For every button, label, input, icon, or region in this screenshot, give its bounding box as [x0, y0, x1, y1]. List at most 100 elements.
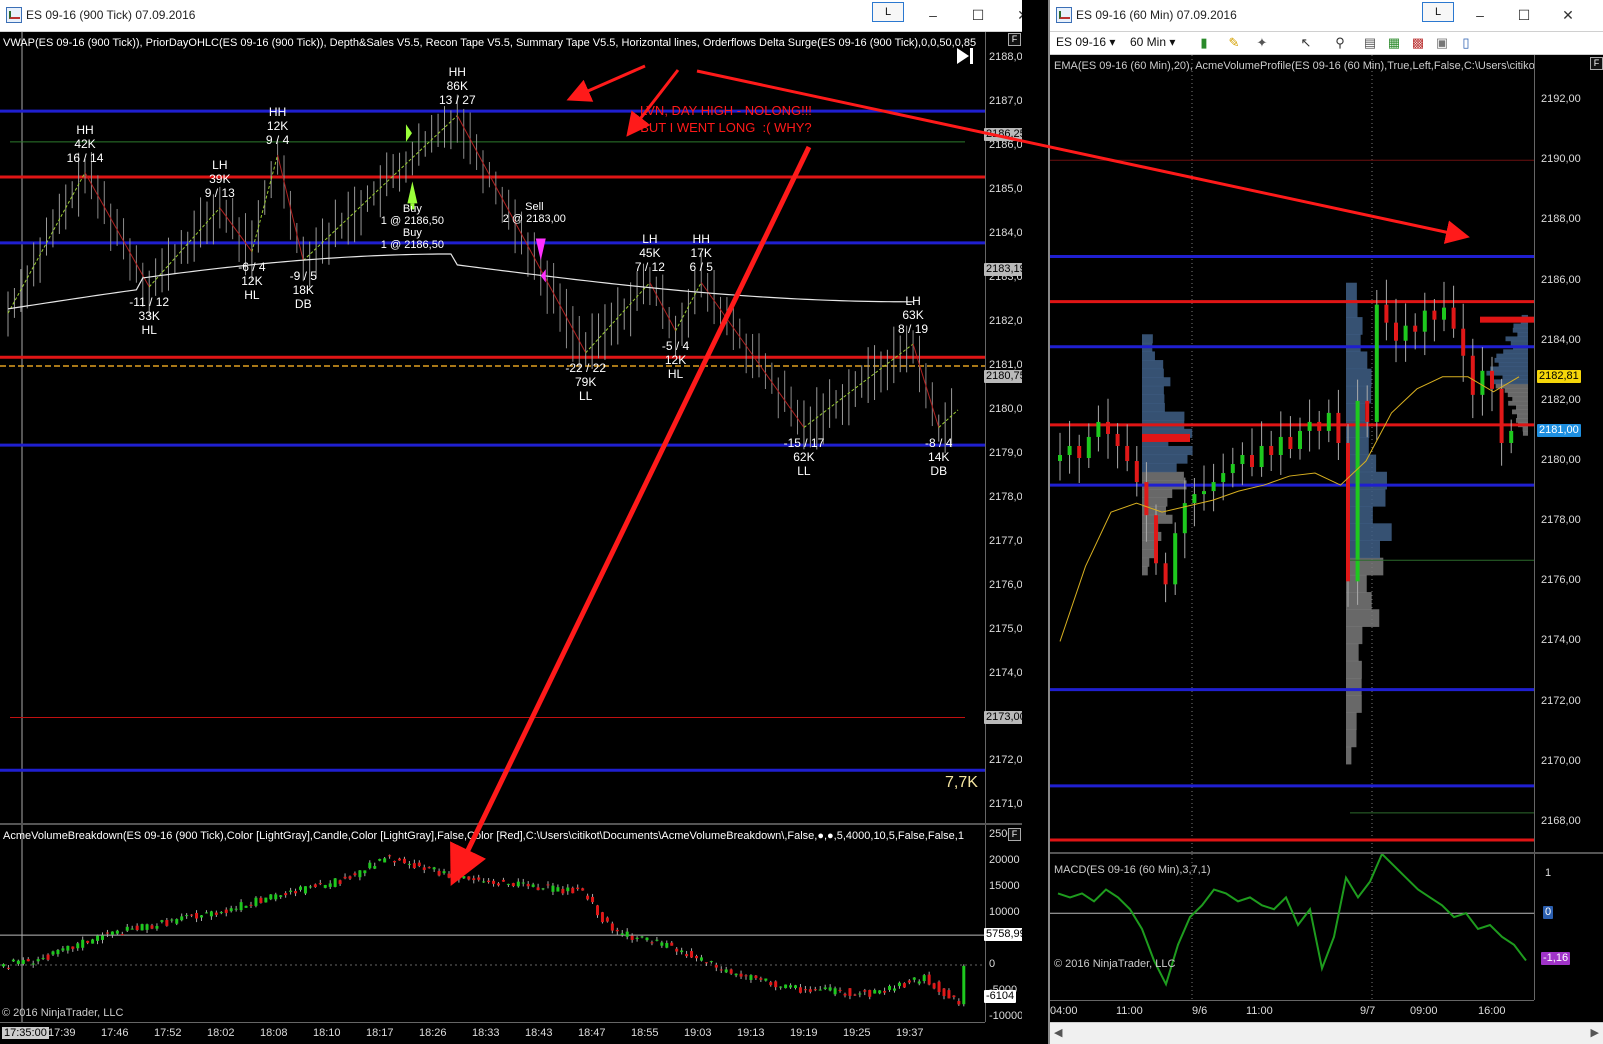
volume-candle — [200, 915, 203, 918]
volume-candle — [932, 983, 936, 989]
volume-candle — [299, 886, 302, 890]
macd-tick-label: 1 — [1545, 866, 1552, 879]
volume-candle — [71, 946, 75, 949]
volume-candle — [789, 985, 793, 988]
right-price-axis[interactable]: 2192,00 2190,00 2188,00 2186,00 2184,00 2182,… — [1534, 55, 1603, 852]
chart-trader-icon[interactable]: ▯ — [1458, 35, 1474, 51]
price-tick-label: 2186,00 — [1541, 273, 1581, 286]
hourly-candle — [1480, 370, 1485, 395]
volume-candle — [462, 876, 466, 879]
left-volume-breakdown-panel[interactable]: AcmeVolumeBreakdown(ES 09-16 (900 Tick),… — [0, 825, 985, 1022]
buy-arrow — [407, 181, 418, 204]
volume-candle — [536, 887, 540, 891]
maximize-icon[interactable]: ☐ — [970, 7, 986, 24]
indicators-icon[interactable]: ▩ — [1410, 35, 1426, 51]
volume-profile-bar — [1346, 488, 1386, 507]
time-label: 18:47 — [578, 1027, 606, 1039]
volume-readout: 7,7K — [945, 774, 978, 791]
data-box-icon[interactable]: ▣ — [1434, 35, 1450, 51]
volume-profile-bar — [1142, 566, 1148, 576]
instrument-selector[interactable]: ES 09-16 ▾ — [1056, 35, 1115, 49]
hourly-candle — [1106, 421, 1110, 434]
zoom-icon[interactable]: ⚲ — [1332, 35, 1348, 51]
left-time-axis[interactable]: 17:35:00 17:39 17:46 17:52 18:02 18:08 18:10 18… — [0, 1022, 985, 1044]
price-marker-box: 2181,00 — [1537, 423, 1581, 437]
right-price-panel[interactable]: EMA(ES 09-16 (60 Min),20), AcmeVolumePro… — [1050, 55, 1534, 852]
price-tick-label: 2182,00 — [1541, 393, 1581, 406]
right-link-button[interactable]: L — [1422, 2, 1454, 22]
volume-candle — [888, 986, 892, 990]
volume-candle — [803, 989, 807, 991]
volume-candle — [704, 962, 708, 964]
volume-candle — [883, 990, 887, 993]
volume-candle — [140, 924, 144, 931]
drawing-tools-icon[interactable]: ✦ — [1254, 35, 1270, 51]
price-tick-label: 2185,00 — [989, 183, 1022, 196]
volume-candle — [492, 880, 496, 884]
volume-candle — [219, 912, 223, 914]
volume-candle — [615, 929, 619, 932]
volume-profile-bar — [1346, 540, 1380, 559]
close-icon[interactable]: ✕ — [1560, 7, 1576, 24]
hourly-candle — [1413, 325, 1418, 332]
hourly-candle — [1058, 455, 1062, 462]
bar-type-icon[interactable]: ▮ — [1196, 35, 1212, 51]
volume-candle — [630, 935, 634, 940]
volume-candle — [209, 911, 213, 917]
volume-profile-bar — [1142, 531, 1162, 542]
volume-candle — [343, 876, 347, 879]
swing-label: HH 12K 9 / 4 — [265, 105, 290, 148]
right-copyright: © 2016 NinjaTrader, LLC — [1054, 958, 1176, 970]
properties-icon[interactable]: ▤ — [1362, 35, 1378, 51]
right-horizontal-scrollbar[interactable]: ◀ ▶ — [1050, 1022, 1603, 1044]
volume-profile-bar — [1512, 409, 1528, 415]
strategies-icon[interactable]: ▦ — [1386, 35, 1402, 51]
minimize-icon[interactable]: – — [1472, 7, 1488, 23]
maximize-icon[interactable]: ☐ — [1516, 7, 1532, 24]
left-price-panel[interactable]: VWAP(ES 09-16 (900 Tick)), PriorDayOHLC(… — [0, 32, 985, 823]
volume-candle — [907, 980, 911, 983]
volume-candle — [749, 975, 753, 980]
left-price-axis[interactable]: 2188,00 2187,00 2186,00 2185,00 2184,00 2183,… — [984, 32, 1022, 823]
price-tick-label: 2188,00 — [989, 51, 1022, 64]
scroll-left-icon[interactable]: ◀ — [1054, 1026, 1062, 1039]
volume-candle — [531, 884, 535, 887]
macd-axis[interactable]: 100-1,16 — [1534, 854, 1603, 1000]
left-link-button[interactable]: L — [872, 2, 904, 22]
volume-candle — [313, 884, 317, 888]
close-icon[interactable]: ✕ — [1015, 7, 1022, 24]
volume-candle — [254, 897, 258, 906]
time-label: 18:17 — [366, 1027, 394, 1039]
hourly-candle — [1451, 307, 1456, 329]
volume-candle — [239, 902, 243, 911]
price-tick-label: 2180,00 — [989, 402, 1022, 415]
right-title-bar[interactable]: ES 09-16 (60 Min) 07.09.2016 L – ☐ ✕ — [1050, 0, 1603, 32]
volume-candle — [91, 939, 95, 944]
price-tick-label: 2171,00 — [989, 798, 1022, 811]
left-panel-format-icon[interactable]: F — [1008, 33, 1021, 46]
right-panel-format-icon[interactable]: F — [1590, 57, 1603, 70]
left-volume-axis[interactable]: 2500020000150001000050000-5000-100005758… — [984, 825, 1022, 1022]
right-time-axis[interactable]: 04:00 11:00 9/6 11:00 9/7 09:00 16:00 — [1050, 1000, 1534, 1023]
interval-selector[interactable]: 60 Min ▾ — [1130, 35, 1175, 49]
price-tick-label: 2184,00 — [989, 227, 1022, 240]
volume-candle — [16, 960, 20, 964]
hourly-candle — [1269, 445, 1274, 456]
scroll-right-icon[interactable]: ▶ — [1591, 1026, 1599, 1039]
volume-profile-bar — [1142, 385, 1164, 395]
swing-label: -5 / 4 12K HL — [661, 338, 690, 381]
volume-candle — [51, 951, 55, 955]
volume-candle — [521, 882, 525, 884]
skip-to-end-icon[interactable] — [955, 46, 975, 66]
volume-candle — [833, 988, 837, 995]
drawing-pencil-icon[interactable]: ✎ — [1226, 35, 1242, 51]
price-marker-box: 2183,19 — [984, 262, 1022, 276]
minimize-icon[interactable]: – — [925, 7, 941, 23]
macd-panel[interactable]: MACD(ES 09-16 (60 Min),3,7,1) © 2016 Nin… — [1050, 854, 1534, 1000]
left-sub-format-icon[interactable]: F — [1008, 828, 1021, 841]
zigzag-line — [84, 172, 150, 288]
left-title-bar[interactable]: ES 09-16 (900 Tick) 07.09.2016 L – ☐ ✕ — [0, 0, 1022, 32]
left-indicator-label: VWAP(ES 09-16 (900 Tick)), PriorDayOHLC(… — [3, 37, 977, 49]
volume-candle — [779, 986, 783, 988]
cursor-icon[interactable]: ↖ — [1298, 35, 1314, 51]
